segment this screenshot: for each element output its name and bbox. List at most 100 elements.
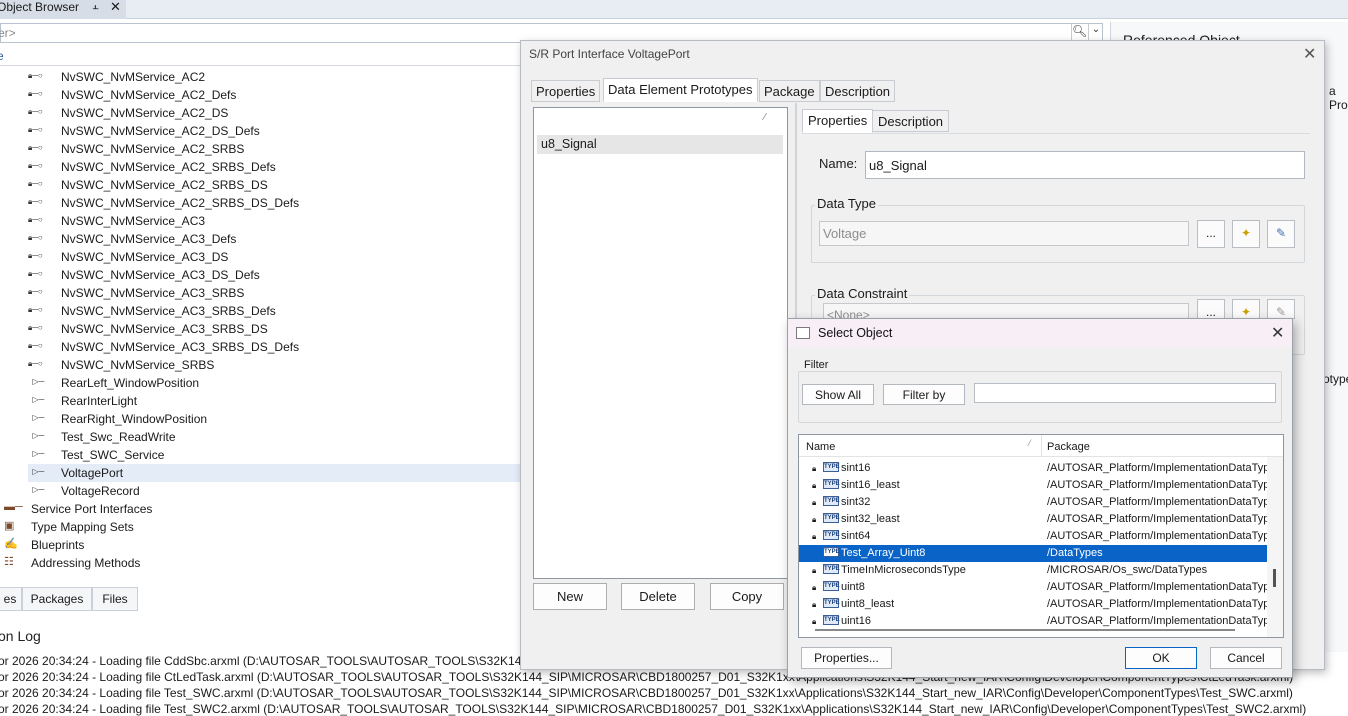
tab-label: Description: [825, 84, 891, 99]
properties-button[interactable]: Properties...: [801, 647, 892, 669]
list-item[interactable]: u8_Signal: [537, 135, 783, 154]
tab-package[interactable]: Package: [759, 80, 820, 102]
tree-item[interactable]: 🔒︎─○ NvSWC_NvMService_AC3_SRBS_Defs: [28, 302, 520, 320]
pin-icon[interactable]: ⫠: [92, 0, 99, 13]
tree-item[interactable]: ▷─ RearInterLight: [28, 392, 520, 410]
tree-section-item[interactable]: ▣ Type Mapping Sets: [4, 518, 304, 536]
tab-types[interactable]: es: [0, 587, 22, 611]
grid-row[interactable]: 🔒︎ TYPE uint8/AUTOSAR_Platform/Implementat…: [799, 579, 1281, 596]
type-icon: TYPE: [823, 530, 840, 540]
data-element-list[interactable]: ⁄ u8_Signal: [533, 107, 788, 579]
tree-item[interactable]: 🔒︎─○ NvSWC_NvMService_AC2: [28, 68, 520, 86]
tree-item[interactable]: ▷─ Test_SWC_Service: [28, 446, 520, 464]
ok-button[interactable]: OK: [1125, 647, 1197, 669]
browse-constraint-button[interactable]: ...: [1197, 299, 1225, 319]
show-all-button[interactable]: Show All: [802, 384, 874, 405]
filter-input[interactable]: [974, 383, 1276, 403]
grid-row[interactable]: 🔒︎ TYPE sint32/AUTOSAR_Platform/Implementa…: [799, 494, 1281, 511]
tree-section-item[interactable]: ✍ Blueprints: [4, 536, 304, 554]
tree-item-label: NvSWC_NvMService_AC2_SRBS_Defs: [61, 160, 276, 174]
object-browser-tab[interactable]: Object Browser ⫠ ✕: [0, 0, 126, 19]
close-icon[interactable]: ✕: [110, 0, 121, 15]
name-field[interactable]: u8_Signal: [865, 151, 1305, 179]
tree-item-label: VoltageRecord: [61, 484, 140, 498]
tree-item[interactable]: 🔒︎─○ NvSWC_NvMService_AC2_DS: [28, 104, 520, 122]
browse-data-type-button[interactable]: ...: [1197, 220, 1225, 248]
close-icon[interactable]: ✕: [1271, 323, 1284, 343]
sort-icon: ⁄: [1029, 438, 1031, 448]
tab-properties[interactable]: Properties: [531, 80, 601, 102]
tree-item[interactable]: 🔒︎─○ NvSWC_NvMService_AC3_Defs: [28, 230, 520, 248]
grid-row[interactable]: 🔒︎ TYPE sint64/AUTOSAR_Platform/Implementa…: [799, 528, 1281, 545]
tree-item[interactable]: 🔒︎─○ NvSWC_NvMService_AC2_SRBS_DS_Defs: [28, 194, 520, 212]
grid-row[interactable]: 🔒︎ TYPE uint8_least/AUTOSAR_Platform/Imple…: [799, 596, 1281, 613]
tree-item[interactable]: 🔒︎─○ NvSWC_NvMService_SRBS: [28, 356, 520, 374]
edit-constraint-icon[interactable]: ✎: [1267, 299, 1295, 319]
grid-row[interactable]: 🔒︎ TYPE sint16/AUTOSAR_Platform/Implementa…: [799, 460, 1281, 477]
ellipsis-label: ...: [1205, 226, 1216, 240]
tree-item[interactable]: ▷─ VoltagePort: [28, 464, 520, 482]
tree-item[interactable]: 🔒︎─○ NvSWC_NvMService_AC3_DS: [28, 248, 520, 266]
port-icon: ▷─: [28, 449, 45, 458]
tab-description[interactable]: Description: [820, 80, 896, 102]
new-button[interactable]: New: [533, 583, 607, 610]
tree-item[interactable]: 🔒︎─○ NvSWC_NvMService_AC2_SRBS_Defs: [28, 158, 520, 176]
column-header-package[interactable]: Package: [1047, 441, 1090, 453]
tree-item[interactable]: 🔒︎─○ NvSWC_NvMService_AC3_SRBS: [28, 284, 520, 302]
tree-item[interactable]: 🔒︎─○ NvSWC_NvMService_AC2_SRBS_DS: [28, 176, 520, 194]
tree-item-label: NvSWC_NvMService_AC2_SRBS_DS: [61, 178, 268, 192]
log-title: on Log: [0, 628, 41, 644]
type-icon: TYPE: [823, 547, 840, 557]
data-type-field[interactable]: Voltage: [819, 221, 1189, 246]
row-package: /AUTOSAR_Platform/ImplementationDataType…: [1047, 615, 1281, 627]
new-data-type-icon[interactable]: ✦: [1232, 220, 1260, 248]
column-header-name[interactable]: Name: [806, 441, 835, 453]
new-constraint-icon[interactable]: ✦: [1232, 299, 1260, 319]
grid-row[interactable]: 🔒︎ TYPE sint32_least/AUTOSAR_Platform/Impl…: [799, 511, 1281, 528]
tree-item[interactable]: ▷─ VoltageRecord: [28, 482, 520, 500]
tab-element-properties[interactable]: Properties: [802, 109, 874, 133]
tree-item[interactable]: 🔒︎─○ NvSWC_NvMService_AC3_DS_Defs: [28, 266, 520, 284]
grid-row[interactable]: 🔒︎ TYPE uint16/AUTOSAR_Platform/Implementa…: [799, 613, 1281, 630]
tree-item[interactable]: 🔒︎─○ NvSWC_NvMService_AC3_SRBS_DS: [28, 320, 520, 338]
tree-item-label: Test_Swc_ReadWrite: [61, 430, 176, 444]
lock-icon: 🔒︎: [812, 498, 817, 507]
horizontal-scrollbar[interactable]: [815, 629, 1235, 631]
grid-row[interactable]: 🔒︎ TYPE TimeInMicrosecondsType/MICROSAR/Os…: [799, 562, 1267, 579]
scrollbar-thumb[interactable]: [1273, 569, 1276, 587]
tree-section-item[interactable]: ☷ Addressing Methods: [4, 554, 304, 572]
edit-data-type-icon[interactable]: ✎: [1267, 220, 1295, 248]
tree-item[interactable]: ▷─ RearLeft_WindowPosition: [28, 374, 520, 392]
tree-item[interactable]: 🔒︎─○ NvSWC_NvMService_AC2_DS_Defs: [28, 122, 520, 140]
close-icon[interactable]: ✕: [1303, 44, 1316, 64]
tree-item-label: NvSWC_NvMService_AC3_Defs: [61, 232, 237, 246]
tab-files[interactable]: Files: [92, 587, 138, 611]
tree-item-label: RearInterLight: [61, 394, 138, 408]
port-lock-icon: 🔒︎─○: [28, 287, 43, 296]
row-package: /MICROSAR/Os_swc/DataTypes: [1047, 564, 1208, 576]
tree-item[interactable]: 🔒︎─○ NvSWC_NvMService_AC2_Defs: [28, 86, 520, 104]
object-grid[interactable]: Name ⁄ Package 🔒︎ TYPE sint16/AUTOSAR_Plat…: [798, 434, 1284, 638]
port-lock-icon: 🔒︎─○: [28, 341, 43, 350]
tab-label: Packages: [30, 592, 84, 606]
tree-item[interactable]: ▷─ RearRight_WindowPosition: [28, 410, 520, 428]
tree-item[interactable]: 🔒︎─○ NvSWC_NvMService_AC2_SRBS: [28, 140, 520, 158]
panel-fragment: a Pro: [1329, 84, 1348, 112]
tree-item[interactable]: 🔒︎─○ NvSWC_NvMService_AC3: [28, 212, 520, 230]
tab-element-description[interactable]: Description: [872, 110, 950, 132]
port-lock-icon: 🔒︎─○: [28, 89, 43, 98]
filter-by-button[interactable]: Filter by: [883, 384, 965, 405]
tab-data-element-prototypes[interactable]: Data Element Prototypes: [603, 78, 758, 102]
log-line: or 2026 20:34:24 - Loading file Test_SWC…: [0, 702, 1307, 716]
tree-item[interactable]: 🔒︎─○ NvSWC_NvMService_AC3_SRBS_DS_Defs: [28, 338, 520, 356]
grid-row[interactable]: TYPE Test_Array_Uint8/DataTypes: [799, 545, 1267, 562]
tab-packages[interactable]: Packages: [22, 587, 92, 611]
tree-section-item[interactable]: ▬─ Service Port Interfaces: [4, 500, 304, 518]
tree-item-label: Test_SWC_Service: [61, 448, 165, 462]
copy-button[interactable]: Copy: [710, 583, 784, 610]
grid-row[interactable]: 🔒︎ TYPE sint16_least/AUTOSAR_Platform/Impl…: [799, 477, 1281, 494]
cancel-button[interactable]: Cancel: [1210, 647, 1282, 669]
vertical-scrollbar[interactable]: [1267, 457, 1283, 637]
delete-button[interactable]: Delete: [621, 583, 695, 610]
tree-item[interactable]: ▷─ Test_Swc_ReadWrite: [28, 428, 520, 446]
